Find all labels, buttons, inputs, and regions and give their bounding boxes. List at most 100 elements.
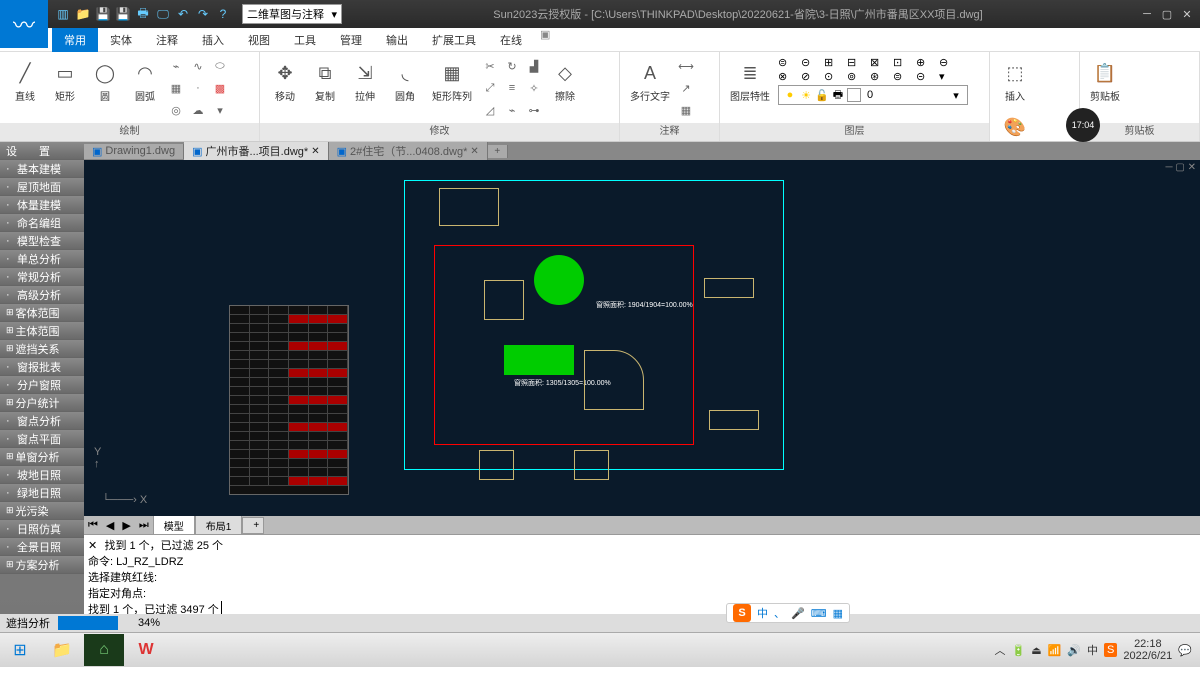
app1-icon[interactable]: ⌂ [84,634,124,666]
sidebar-item-4[interactable]: ·命名编组 [0,214,84,232]
close-button[interactable]: ✕ [1178,5,1196,23]
layer-props-button[interactable]: ≣图层特性 [726,56,774,108]
donut-icon[interactable]: ◎ [166,100,186,120]
sidebar-item-7[interactable]: ·常规分析 [0,268,84,286]
tab-nav-next[interactable]: ▶ [118,519,134,532]
break-icon[interactable]: ⌁ [502,100,522,120]
open-icon[interactable]: 📁 [74,5,92,23]
tab-view[interactable]: 视图 [236,28,282,52]
tab-tools[interactable]: 工具 [282,28,328,52]
preview-icon[interactable]: 🖵 [154,5,172,23]
revcloud-icon[interactable]: ☁ [188,100,208,120]
viewport-controls[interactable]: ─ ▢ ✕ [1166,162,1196,173]
doc-tab-2[interactable]: ▣广州市番...项目.dwg*✕ [184,142,328,160]
chamfer-icon[interactable]: ◿ [480,100,500,120]
save-icon[interactable]: 💾 [94,5,112,23]
sidebar-item-11[interactable]: ⊞遮挡关系 [0,340,84,358]
sidebar-item-13[interactable]: ·分户窗照 [0,376,84,394]
sidebar-item-12[interactable]: ·窗报批表 [0,358,84,376]
tab-nav-prev[interactable]: ◀ [102,519,118,532]
sidebar-item-1[interactable]: ·基本建模 [0,160,84,178]
layer-t7[interactable]: ⊕ [916,56,938,69]
mtext-button[interactable]: A多行文字 [626,56,674,108]
ime-lang[interactable]: 中 [757,605,768,621]
close-tab-icon[interactable]: ✕ [311,146,319,157]
layer-t10[interactable]: ⊘ [801,70,823,83]
ellipse-icon[interactable]: ⬭ [210,56,230,76]
layout1-tab[interactable]: 布局1 [195,515,243,536]
layer-t12[interactable]: ⊚ [847,70,869,83]
tab-online[interactable]: 在线 [488,28,534,52]
sidebar-item-3[interactable]: ·体量建模 [0,196,84,214]
layer-t4[interactable]: ⊟ [847,56,869,69]
ime-toolbar[interactable]: S 中 、 🎤 ⌨ ▦ [726,603,850,623]
start-button[interactable]: ⊞ [0,634,40,666]
point-icon[interactable]: · [188,78,208,98]
sidebar-item-22[interactable]: ·全景日照 [0,538,84,556]
doc-tab-1[interactable]: ▣Drawing1.dwg [84,144,184,159]
notification-icon[interactable]: 💬 [1178,644,1192,657]
maximize-button[interactable]: ▢ [1158,5,1176,23]
layer-t11[interactable]: ⊙ [824,70,846,83]
close-tab-icon[interactable]: ✕ [470,146,478,157]
undo-icon[interactable]: ↶ [174,5,192,23]
tray-chevron-icon[interactable]: ︿ [995,642,1006,658]
layer-combo[interactable]: ● ☀ 🔓 🖶 0 ▾ [778,85,968,105]
clipboard-button[interactable]: 📋剪贴板 [1086,56,1124,108]
sidebar-item-21[interactable]: ·日照仿真 [0,520,84,538]
layer-t15[interactable]: ⊝ [916,70,938,83]
new-icon[interactable]: ▥ [54,5,72,23]
layer-t1[interactable]: ⊜ [778,56,800,69]
layer-t9[interactable]: ⊗ [778,70,800,83]
command-window[interactable]: ✕ 找到 1 个，已过滤 25 个 命令: LJ_RZ_LDRZ 选择建筑红线:… [84,534,1200,614]
sidebar-item-0[interactable]: 设 置 [0,142,84,160]
layer-t5[interactable]: ⊠ [870,56,892,69]
tray-battery-icon[interactable]: 🔋 [1012,644,1026,657]
sidebar-item-17[interactable]: ⊞单窗分析 [0,448,84,466]
pline-icon[interactable]: ⌁ [166,56,186,76]
ime-menu-icon[interactable]: ▦ [833,607,843,620]
sidebar-item-23[interactable]: ⊞方案分析 [0,556,84,574]
tab-nav-first[interactable]: ⏮ [84,519,102,532]
join-icon[interactable]: ⊶ [524,100,544,120]
doc-tab-3[interactable]: ▣2#住宅（节...0408.dwg*✕ [329,142,488,160]
leader-icon[interactable]: ↗ [676,78,696,98]
tab-manage[interactable]: 管理 [328,28,374,52]
scale-icon[interactable]: ⤢ [480,78,500,98]
ime-mic-icon[interactable]: 🎤 [791,607,805,620]
region-icon[interactable]: ▩ [210,78,230,98]
layer-t3[interactable]: ⊞ [824,56,846,69]
tab-annot[interactable]: 注释 [144,28,190,52]
more-icon[interactable]: ▾ [210,100,230,120]
erase-button[interactable]: ◇擦除 [546,56,584,108]
offset-icon[interactable]: ≡ [502,78,522,98]
ime-kbd-icon[interactable]: ⌨ [811,607,827,620]
move-button[interactable]: ✥移动 [266,56,304,108]
add-tab-button[interactable]: + [488,145,508,158]
tray-volume-icon[interactable]: 🔊 [1067,644,1081,657]
add-layout-button[interactable]: + [242,517,264,534]
tab-common[interactable]: 常用 [52,28,98,52]
sidebar-item-10[interactable]: ⊞主体范围 [0,322,84,340]
trim-icon[interactable]: ✂ [480,56,500,76]
dim-icon[interactable]: ⟷ [676,56,696,76]
table-icon[interactable]: ▦ [676,100,696,120]
sidebar-item-14[interactable]: ⊞分户统计 [0,394,84,412]
tab-insert[interactable]: 插入 [190,28,236,52]
print-icon[interactable]: 🖶 [134,5,152,23]
tray-ime-icon[interactable]: 中 [1087,642,1098,658]
sidebar-item-18[interactable]: ·坡地日照 [0,466,84,484]
tab-entity[interactable]: 实体 [98,28,144,52]
layer-t2[interactable]: ⊝ [801,56,823,69]
layer-t14[interactable]: ⊜ [893,70,915,83]
circle-button[interactable]: ◯圆 [86,56,124,108]
layer-t8[interactable]: ⊖ [939,56,961,69]
saveall-icon[interactable]: 💾 [114,5,132,23]
layer-t6[interactable]: ⊡ [893,56,915,69]
mirror-icon[interactable]: ▟ [524,56,544,76]
tray-usb-icon[interactable]: ⏏ [1031,644,1041,657]
workspace-combo[interactable]: 二维草图与注释 ▾ [242,4,342,24]
redo-icon[interactable]: ↷ [194,5,212,23]
insert-button[interactable]: ⬚插入 [996,56,1034,108]
rotate-icon[interactable]: ↻ [502,56,522,76]
